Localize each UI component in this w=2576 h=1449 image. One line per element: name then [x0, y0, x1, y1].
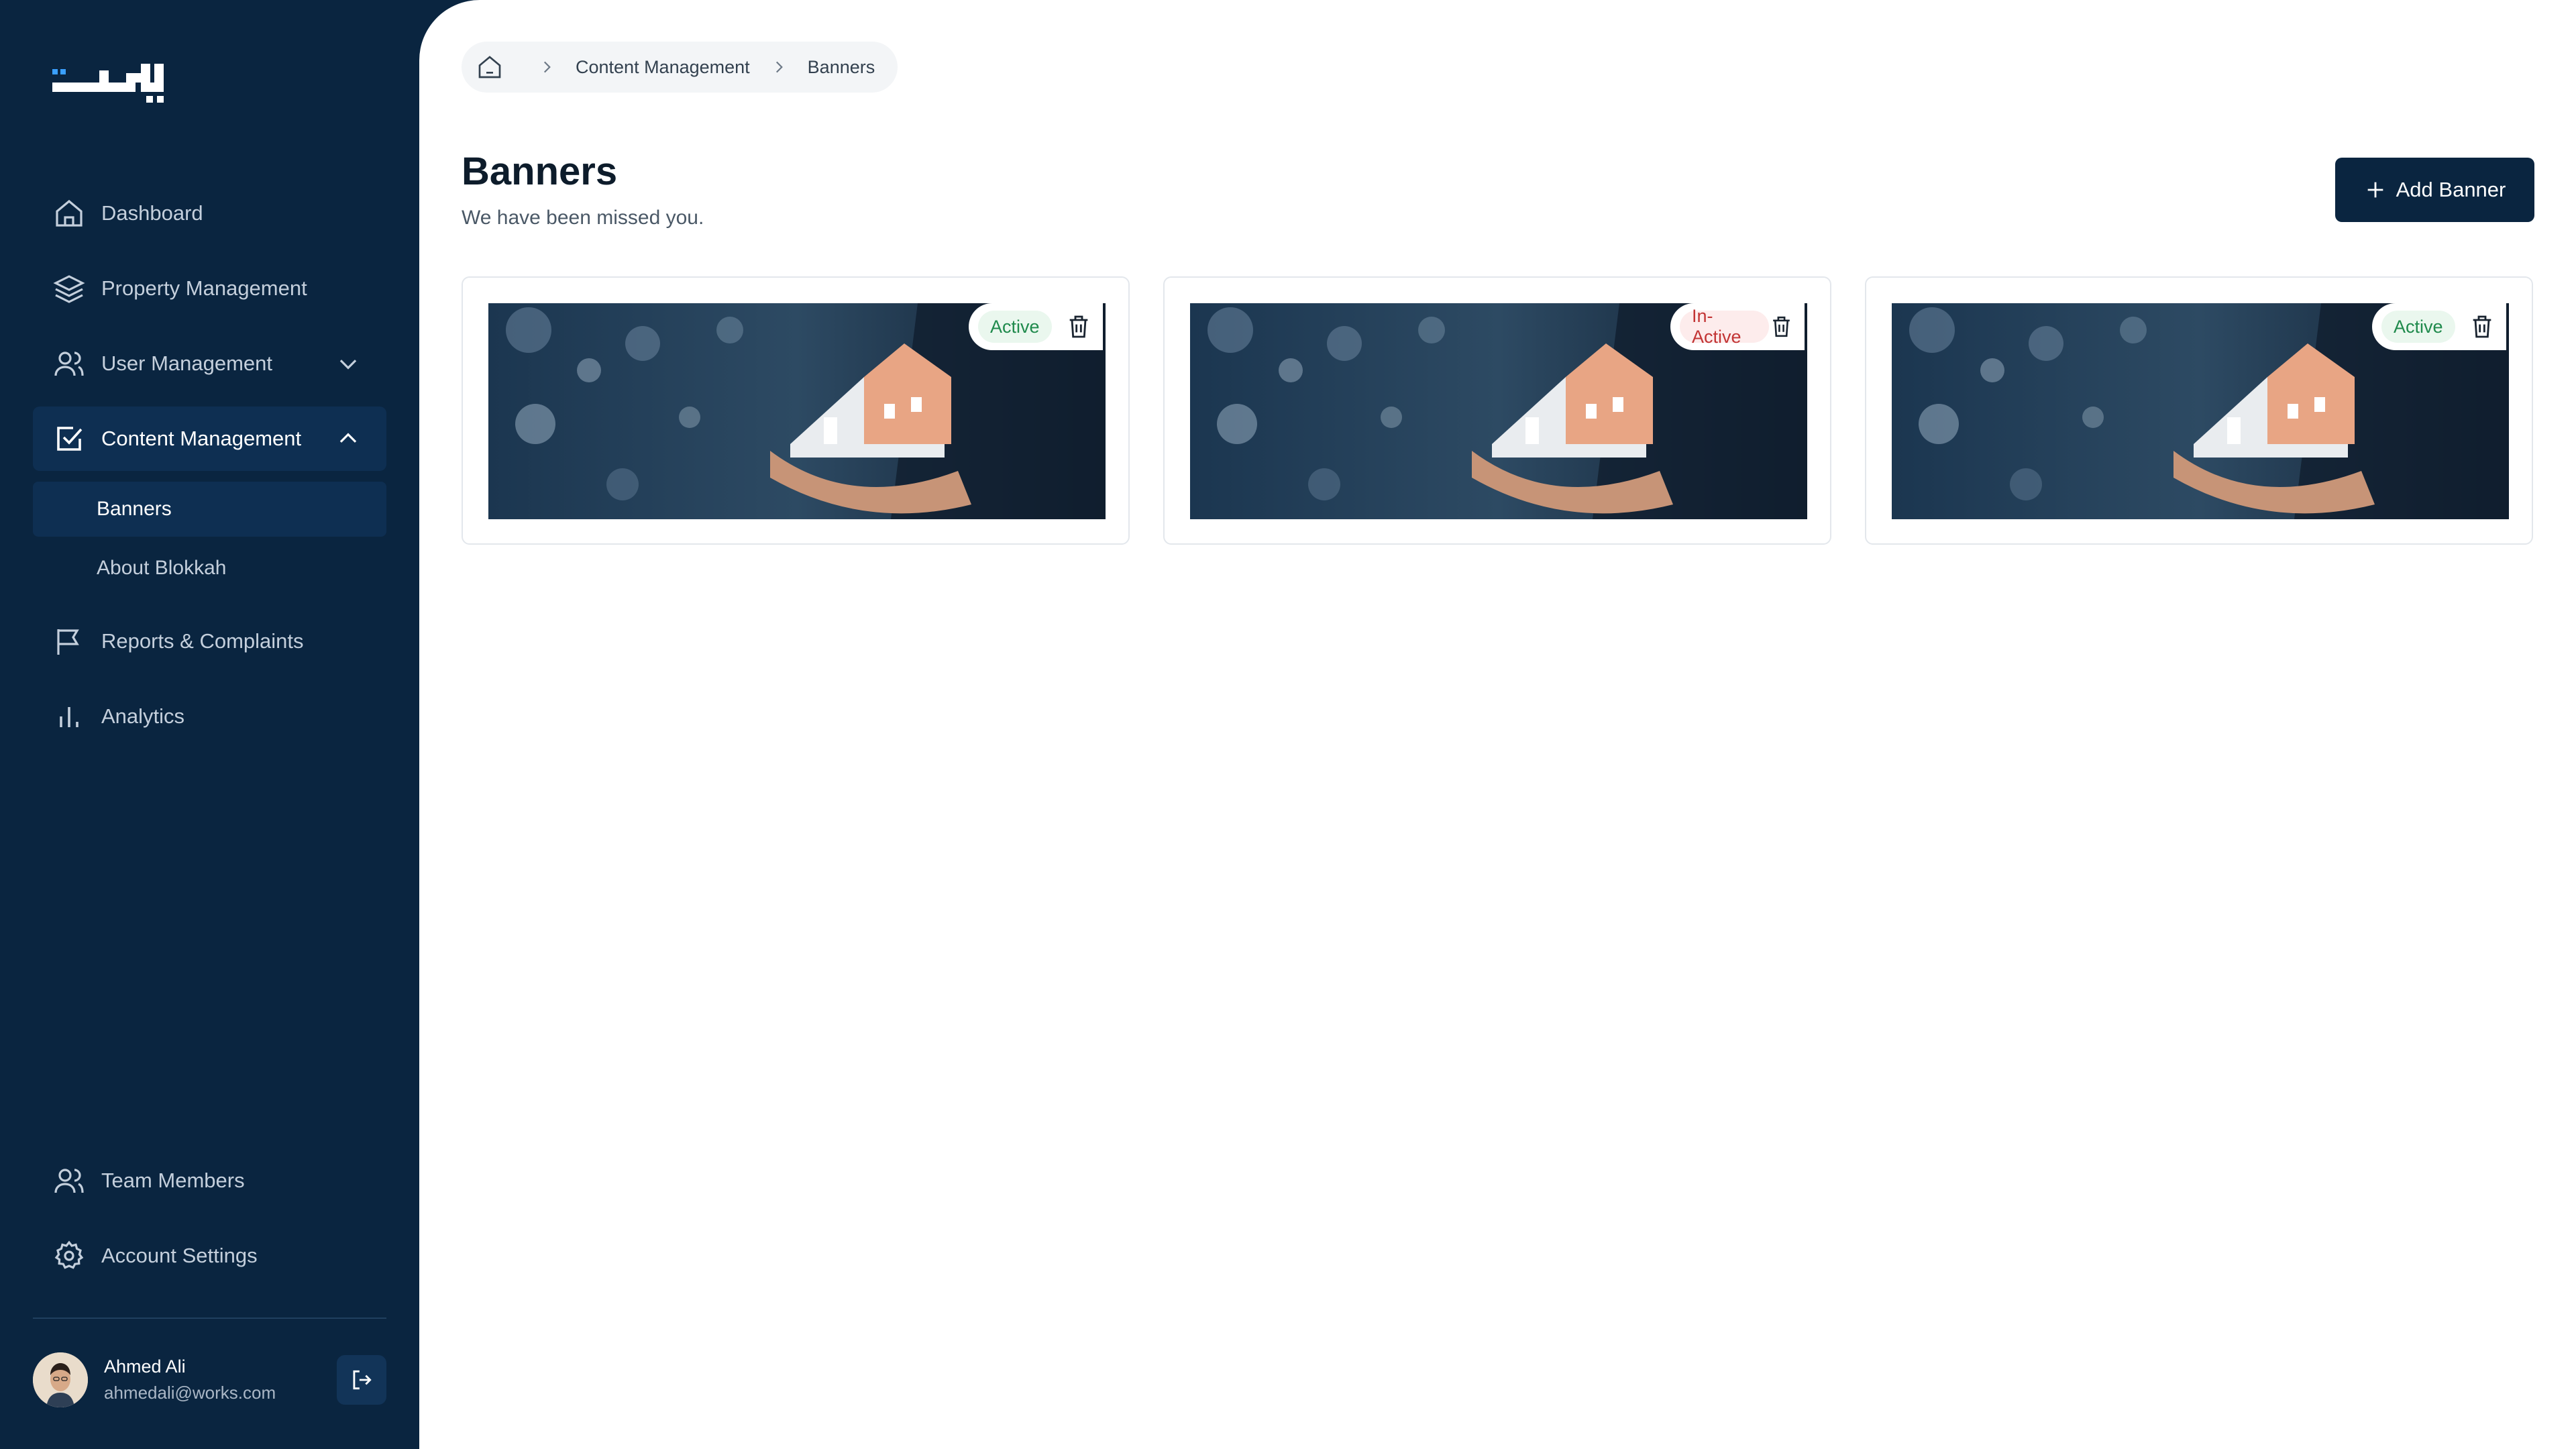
status-badge[interactable]: Active	[978, 311, 1052, 343]
bar-chart-icon	[53, 700, 85, 733]
nav-label: Content Management	[101, 427, 302, 450]
banner-card[interactable]: In-Active	[1163, 276, 1831, 545]
trash-icon[interactable]	[2469, 313, 2496, 340]
home-icon	[53, 197, 85, 229]
banner-controls: Active	[969, 303, 1103, 350]
sidebar: Dashboard Property Management User Manag…	[0, 0, 419, 1449]
breadcrumb-banners[interactable]: Banners	[808, 57, 875, 78]
plus-icon	[2367, 182, 2383, 198]
nav-item-reports[interactable]: Reports & Complaints	[33, 609, 386, 674]
nav-label: User Management	[101, 352, 273, 375]
add-banner-label: Add Banner	[2396, 178, 2506, 201]
chevron-up-icon[interactable]	[335, 426, 361, 451]
sub-item-banners[interactable]: Banners	[33, 482, 386, 537]
nav-label: Analytics	[101, 704, 185, 728]
banner-grid: Active In-Active Active	[462, 276, 2533, 545]
chevron-right-icon	[543, 61, 551, 73]
sidebar-divider	[33, 1318, 386, 1319]
users-icon	[53, 347, 85, 380]
banner-controls: Active	[2372, 303, 2506, 350]
status-badge[interactable]: Active	[2381, 311, 2455, 343]
breadcrumb-content-management[interactable]: Content Management	[576, 57, 750, 78]
sub-item-label: Banners	[97, 498, 172, 520]
nav-label: Team Members	[101, 1169, 245, 1192]
app-logo[interactable]	[52, 64, 173, 111]
nav-item-dashboard[interactable]: Dashboard	[33, 181, 386, 246]
nav-item-user-management[interactable]: User Management	[33, 331, 386, 396]
nav-item-property-management[interactable]: Property Management	[33, 256, 386, 321]
banner-card[interactable]: Active	[462, 276, 1130, 545]
user-name: Ahmed Ali	[104, 1356, 186, 1377]
breadcrumb: Content Management Banners	[462, 42, 898, 93]
nav-item-content-management[interactable]: Content Management	[33, 407, 386, 471]
nav-item-analytics[interactable]: Analytics	[33, 684, 386, 749]
page-title: Banners	[462, 150, 618, 193]
main-nav: Dashboard Property Management User Manag…	[33, 181, 386, 759]
user-profile: Ahmed Ali ahmedali@works.com	[33, 1350, 386, 1410]
sub-item-label: About Blokkah	[97, 557, 227, 579]
page-subtitle: We have been missed you.	[462, 207, 704, 229]
nav-item-team-members[interactable]: Team Members	[33, 1148, 386, 1213]
nav-item-account-settings[interactable]: Account Settings	[33, 1224, 386, 1288]
logout-button[interactable]	[337, 1355, 386, 1405]
logout-icon	[353, 1370, 372, 1390]
main-content: Content Management Banners Banners We ha…	[419, 0, 2576, 1449]
avatar[interactable]	[33, 1352, 88, 1407]
gear-icon	[53, 1240, 85, 1272]
nav-label: Account Settings	[101, 1244, 258, 1267]
flag-icon	[53, 625, 85, 657]
users-icon	[53, 1165, 85, 1197]
nav-label: Property Management	[101, 276, 307, 300]
banner-controls: In-Active	[1670, 303, 1805, 350]
chevron-right-icon	[775, 61, 783, 73]
checkbox-icon	[53, 423, 85, 455]
nav-label: Reports & Complaints	[101, 629, 304, 653]
trash-icon[interactable]	[1065, 313, 1092, 340]
sub-item-about[interactable]: About Blokkah	[33, 541, 386, 596]
layers-icon	[53, 272, 85, 305]
banner-card[interactable]: Active	[1865, 276, 2533, 545]
trash-icon[interactable]	[1769, 313, 1794, 340]
bottom-nav: Team Members Account Settings	[33, 1148, 386, 1299]
add-banner-button[interactable]: Add Banner	[2335, 158, 2534, 222]
user-info: Ahmed Ali ahmedali@works.com	[104, 1356, 276, 1403]
chevron-down-icon[interactable]	[335, 351, 361, 376]
nav-label: Dashboard	[101, 201, 203, 225]
user-email: ahmedali@works.com	[104, 1383, 276, 1403]
home-icon[interactable]	[476, 54, 503, 80]
status-badge[interactable]: In-Active	[1680, 306, 1770, 347]
